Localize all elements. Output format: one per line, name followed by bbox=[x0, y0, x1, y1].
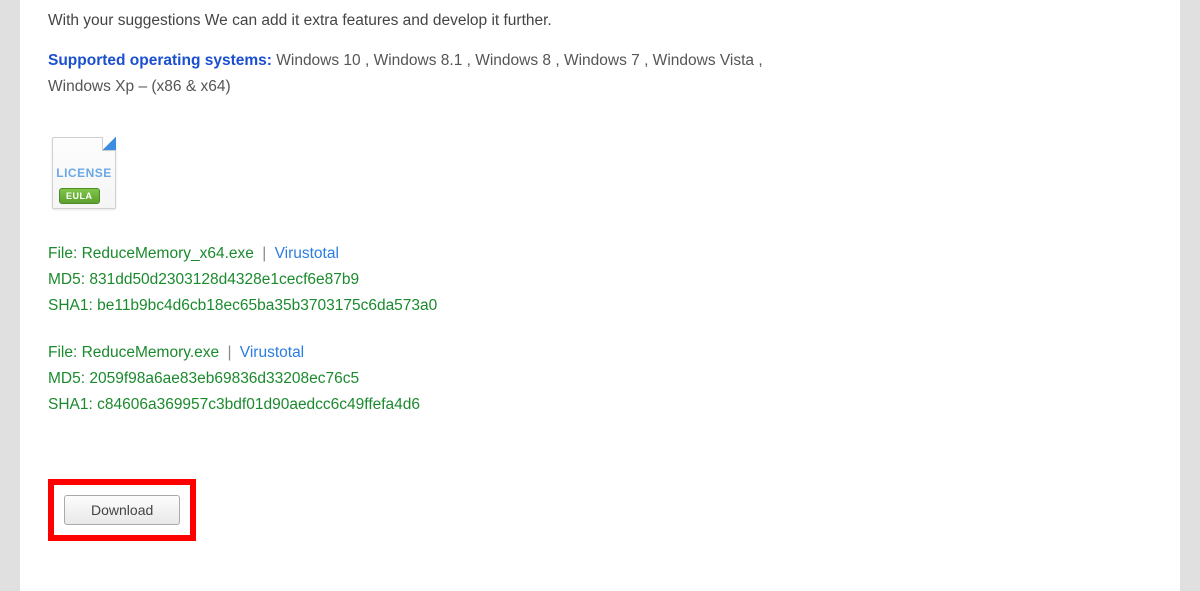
license-icon[interactable]: LICENSE EULA bbox=[48, 133, 120, 213]
virustotal-link[interactable]: Virustotal bbox=[240, 344, 304, 361]
file-block-1: File: ReduceMemory_x64.exe | Virustotal … bbox=[48, 241, 1152, 320]
sha1-line: SHA1: c84606a369957c3bdf01d90aedcc6c49ff… bbox=[48, 392, 1152, 418]
file-corner bbox=[102, 137, 116, 151]
content-panel: With your suggestions We can add it extr… bbox=[20, 0, 1180, 591]
file-icon: LICENSE EULA bbox=[52, 137, 116, 209]
separator: | bbox=[262, 245, 266, 262]
intro-text: With your suggestions We can add it extr… bbox=[48, 0, 1152, 48]
file-block-2: File: ReduceMemory.exe | Virustotal MD5:… bbox=[48, 340, 1152, 419]
sha1-line: SHA1: be11b9bc4d6cb18ec65ba35b3703175c6d… bbox=[48, 293, 1152, 319]
supported-os-line: Supported operating systems: Windows 10 … bbox=[48, 48, 768, 119]
virustotal-link[interactable]: Virustotal bbox=[275, 245, 339, 262]
md5-line: MD5: 2059f98a6ae83eb69836d33208ec76c5 bbox=[48, 366, 1152, 392]
md5-line: MD5: 831dd50d2303128d4328e1cecf6e87b9 bbox=[48, 267, 1152, 293]
file-name-line: File: ReduceMemory.exe | Virustotal bbox=[48, 340, 1152, 366]
separator: | bbox=[227, 344, 231, 361]
file-name-line: File: ReduceMemory_x64.exe | Virustotal bbox=[48, 241, 1152, 267]
supported-label: Supported operating systems: bbox=[48, 52, 272, 69]
download-button[interactable]: Download bbox=[64, 495, 180, 525]
eula-badge: EULA bbox=[59, 188, 100, 204]
file-name: File: ReduceMemory.exe bbox=[48, 344, 219, 361]
download-highlight: Download bbox=[48, 479, 196, 541]
license-label: LICENSE bbox=[53, 166, 115, 180]
file-name: File: ReduceMemory_x64.exe bbox=[48, 245, 254, 262]
